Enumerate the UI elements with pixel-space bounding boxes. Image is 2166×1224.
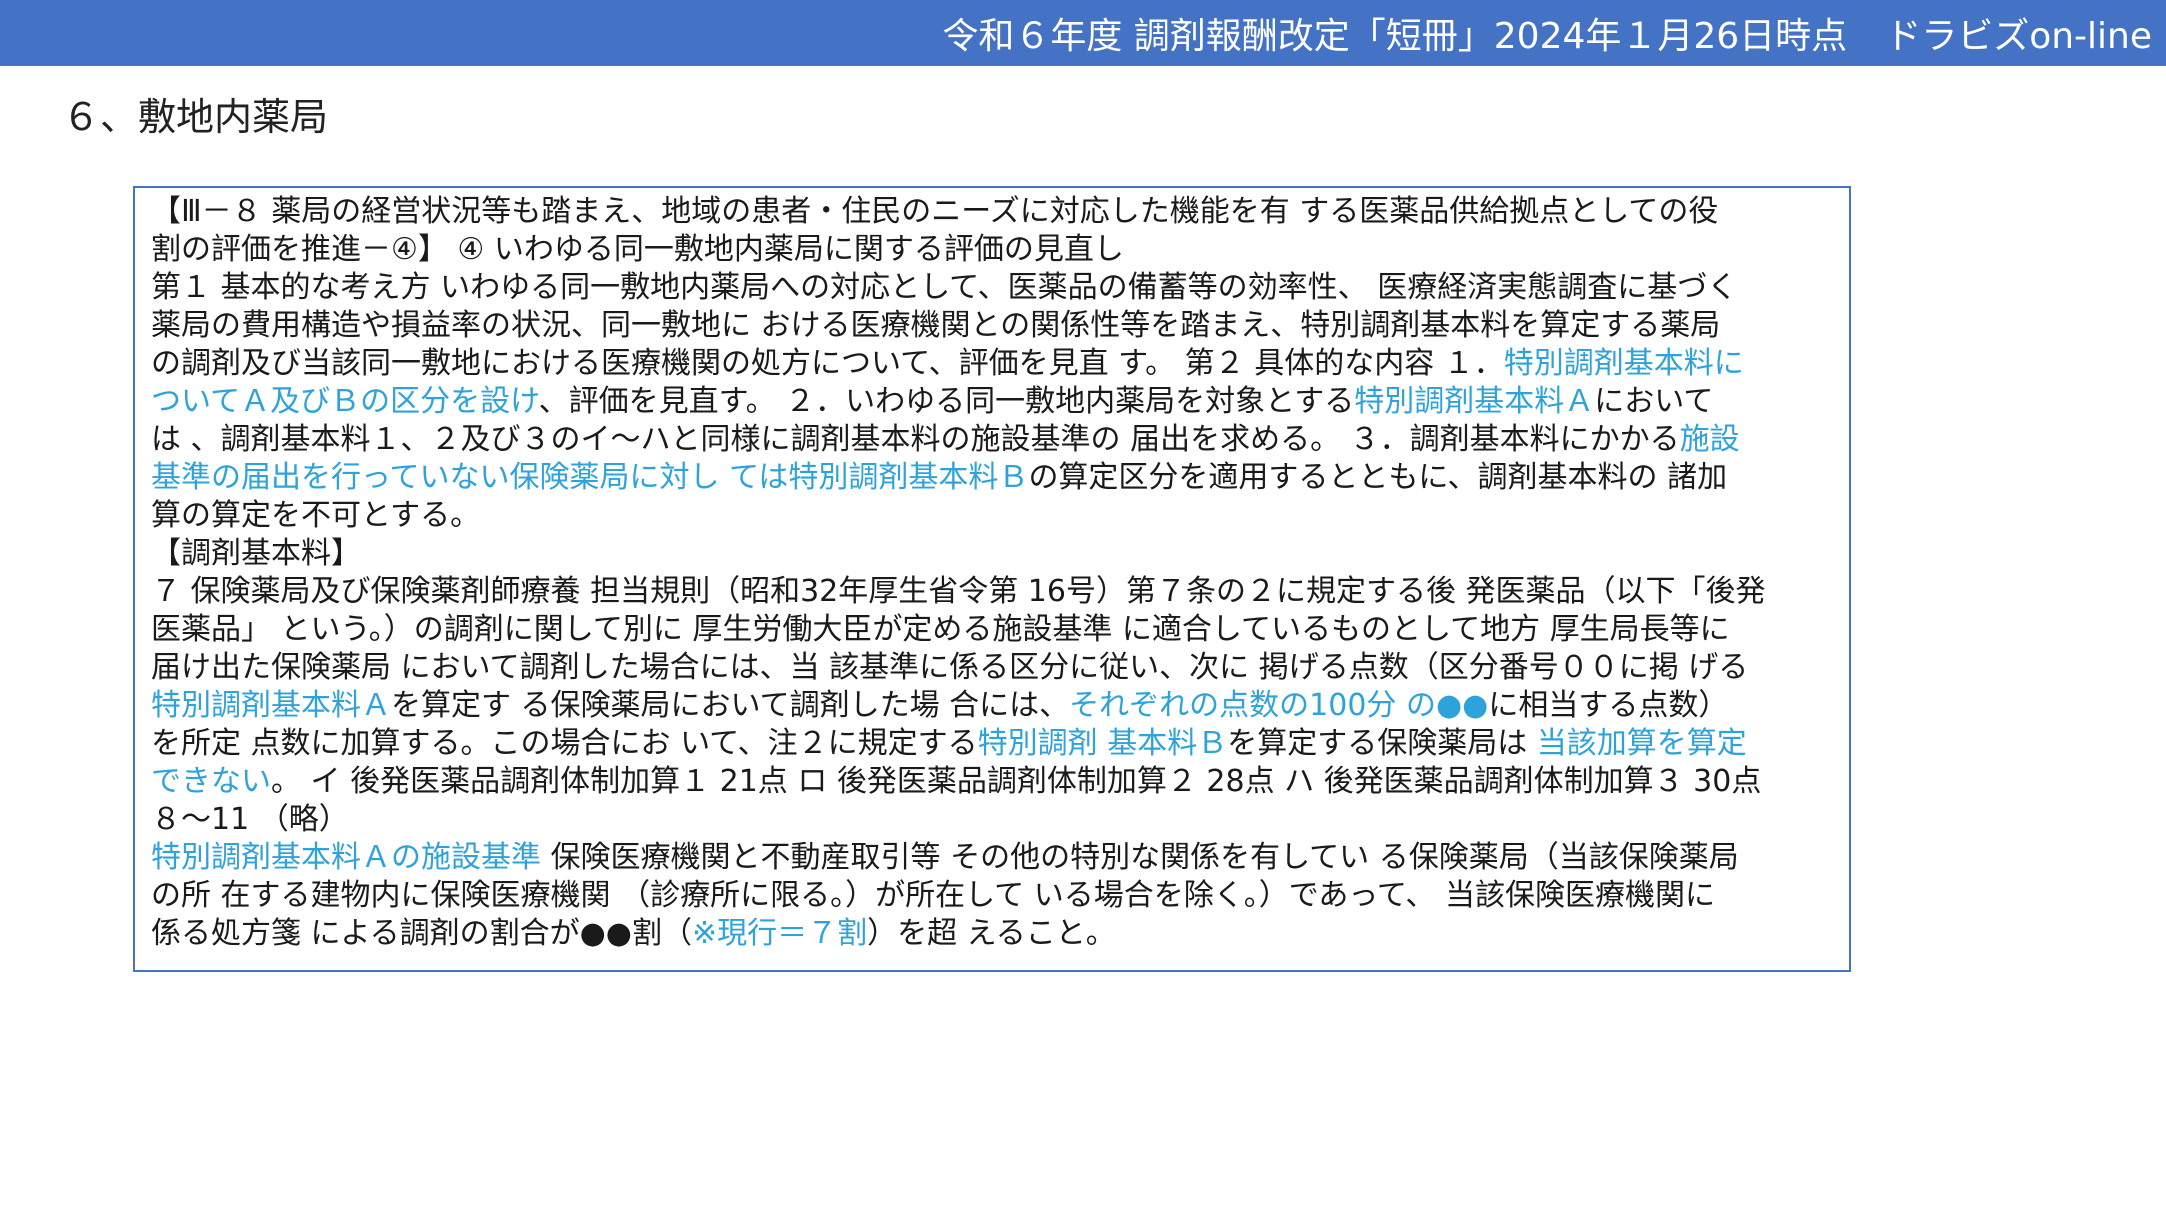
header-title: 令和６年度 調剤報酬改定「短冊」2024年１月26日時点: [942, 16, 1848, 57]
body-text: 、評価を見直す。 ２．いわゆる同一敷地内薬局を対象とする: [538, 384, 1355, 419]
highlighted-text: 特別調剤基本料Ａの施設基準: [151, 840, 541, 875]
highlighted-text: 当該加算を算定: [1536, 726, 1747, 761]
body-text: 届け出た保険薬局 において調剤した場合には、当 該基準に係る区分に従い、次に 掲…: [151, 650, 1749, 685]
text-line: 特別調剤基本料Ａを算定す る保険薬局において調剤した場 合には、それぞれの点数の…: [151, 687, 1839, 725]
header-brand: ドラビズon-line: [1885, 16, 2152, 57]
text-line: 薬局の費用構造や損益率の状況、同一敷地に おける医療機関との関係性等を踏まえ、特…: [151, 307, 1839, 345]
text-line: 係る処方箋 による調剤の割合が●●割（※現行＝７割）を超 えること。: [151, 915, 1839, 953]
body-text: を所定 点数に加算する。この場合にお いて、注２に規定する: [151, 726, 978, 761]
text-line: できない。 イ 後発医薬品調剤体制加算１ 21点 ロ 後発医薬品調剤体制加算２ …: [151, 763, 1839, 801]
body-text: を算定す る保険薬局において調剤した場 合には、: [391, 688, 1070, 723]
highlighted-text: 施設: [1679, 422, 1740, 457]
body-text: を算定する保険薬局は: [1227, 726, 1537, 761]
highlighted-text: できない: [151, 764, 271, 799]
highlighted-text: 特別調剤 基本料Ｂ: [977, 726, 1228, 761]
highlighted-text: ※現行＝７割: [692, 916, 868, 951]
content-box: 【Ⅲ－８ 薬局の経営状況等も踏まえ、地域の患者・住民のニーズに対応した機能を有 …: [133, 186, 1851, 972]
body-text: 算の算定を不可とする。: [151, 498, 481, 533]
highlighted-text: 基準の届出を行っていない保険薬局に対し ては特別調剤基本料Ｂ: [151, 460, 1029, 495]
body-text: 。 イ 後発医薬品調剤体制加算１ 21点 ロ 後発医薬品調剤体制加算２ 28点 …: [271, 764, 1762, 799]
body-text: の所 在する建物内に保険医療機関 （診療所に限る。）が所在して いる場合を除く。…: [151, 878, 1715, 913]
body-text: に相当する点数）: [1488, 688, 1729, 723]
body-text: 係る処方箋 による調剤の割合が●●割（: [151, 916, 692, 951]
text-line: 特別調剤基本料Ａの施設基準 保険医療機関と不動産取引等 その他の特別な関係を有し…: [151, 839, 1839, 877]
body-text: 第１ 基本的な考え方 いわゆる同一敷地内薬局への対応として、医薬品の備蓄等の効率…: [151, 270, 1738, 305]
text-line: の調剤及び当該同一敷地における医療機関の処方について、評価を見直 す。 第２ 具…: [151, 345, 1839, 383]
body-text: 薬局の費用構造や損益率の状況、同一敷地に おける医療機関との関係性等を踏まえ、特…: [151, 308, 1721, 343]
body-text: ）を超 えること。: [867, 916, 1116, 951]
highlighted-text: 特別調剤基本料Ａ: [1354, 384, 1595, 419]
text-line: ７ 保険薬局及び保険薬剤師療養 担当規則（昭和32年厚生省令第 16号）第７条の…: [151, 573, 1839, 611]
body-text: 【調剤基本料】: [151, 536, 361, 571]
highlighted-text: 特別調剤基本料Ａ: [151, 688, 391, 723]
text-line: を所定 点数に加算する。この場合にお いて、注２に規定する特別調剤 基本料Ｂを算…: [151, 725, 1839, 763]
text-line: 医薬品」 という。）の調剤に関して別に 厚生労働大臣が定める施設基準 に適合して…: [151, 611, 1839, 649]
text-line: 算の算定を不可とする。: [151, 497, 1839, 535]
highlighted-text: ついてＡ及びＢの区分を設け: [151, 384, 539, 419]
body-text: 割の評価を推進－④】 ④ いわゆる同一敷地内薬局に関する評価の見直し: [151, 232, 1124, 267]
body-text: の算定区分を適用するとともに、調剤基本料の 諸加: [1028, 460, 1728, 495]
body-text: は 、調剤基本料１、２及び３のイ～ハと同様に調剤基本料の施設基準の 届出を求める…: [151, 422, 1680, 457]
text-line: 【調剤基本料】: [151, 535, 1839, 573]
highlighted-text: それぞれの点数の100分 の●●: [1069, 688, 1489, 723]
text-line: ８～11 （略）: [151, 801, 1839, 839]
text-line: 基準の届出を行っていない保険薬局に対し ては特別調剤基本料Ｂの算定区分を適用する…: [151, 459, 1839, 497]
header-bar: 令和６年度 調剤報酬改定「短冊」2024年１月26日時点 ドラビズon-line: [0, 0, 2166, 66]
highlighted-text: 特別調剤基本料に: [1503, 346, 1744, 381]
text-line: 第１ 基本的な考え方 いわゆる同一敷地内薬局への対応として、医薬品の備蓄等の効率…: [151, 269, 1839, 307]
text-line: の所 在する建物内に保険医療機関 （診療所に限る。）が所在して いる場合を除く。…: [151, 877, 1839, 915]
text-line: 【Ⅲ－８ 薬局の経営状況等も踏まえ、地域の患者・住民のニーズに対応した機能を有 …: [151, 193, 1839, 231]
body-text: 医薬品」 という。）の調剤に関して別に 厚生労働大臣が定める施設基準 に適合して…: [151, 612, 1730, 647]
text-line: 割の評価を推進－④】 ④ いわゆる同一敷地内薬局に関する評価の見直し: [151, 231, 1839, 269]
body-text: 保険医療機関と不動産取引等 その他の特別な関係を有してい る保険薬局（当該保険薬…: [541, 840, 1739, 875]
body-text: ７ 保険薬局及び保険薬剤師療養 担当規則（昭和32年厚生省令第 16号）第７条の…: [151, 574, 1766, 609]
text-line: は 、調剤基本料１、２及び３のイ～ハと同様に調剤基本料の施設基準の 届出を求める…: [151, 421, 1839, 459]
body-text: において: [1594, 384, 1714, 419]
body-text: 【Ⅲ－８ 薬局の経営状況等も踏まえ、地域の患者・住民のニーズに対応した機能を有 …: [151, 194, 1719, 229]
body-text: の調剤及び当該同一敷地における医療機関の処方について、評価を見直 す。 第２ 具…: [151, 346, 1504, 381]
page-title: ６、敷地内薬局: [62, 95, 329, 139]
text-line: 届け出た保険薬局 において調剤した場合には、当 該基準に係る区分に従い、次に 掲…: [151, 649, 1839, 687]
body-text: ８～11 （略）: [151, 802, 349, 837]
text-line: ついてＡ及びＢの区分を設け、評価を見直す。 ２．いわゆる同一敷地内薬局を対象とす…: [151, 383, 1839, 421]
